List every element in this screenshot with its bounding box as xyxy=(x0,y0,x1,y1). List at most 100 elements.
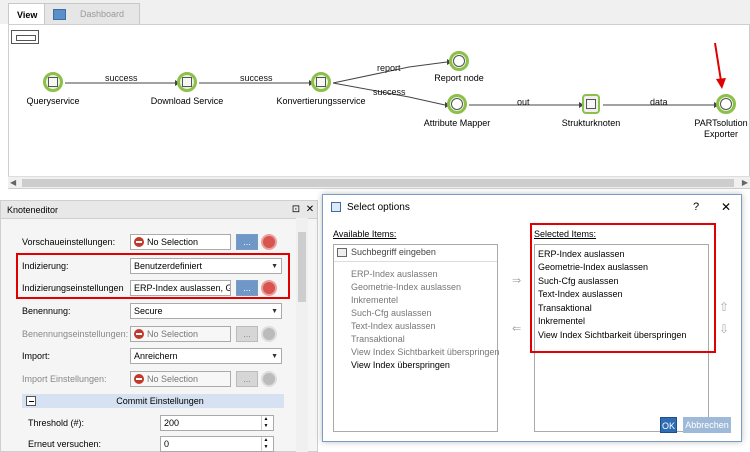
row-label: Threshold (#): xyxy=(28,418,85,428)
service-icon xyxy=(316,77,326,87)
edge-label: data xyxy=(650,97,668,107)
move-left-icon[interactable]: ⇐ xyxy=(512,322,521,335)
edge-label: out xyxy=(517,97,530,107)
move-up-icon[interactable]: ⇧ xyxy=(719,300,729,314)
section-title: Commit Einstellungen xyxy=(116,396,204,406)
scroll-thumb[interactable] xyxy=(298,232,306,302)
available-item[interactable]: ERP-Index auslassen xyxy=(351,269,438,279)
vorschau-selection-field[interactable]: No Selection xyxy=(130,234,231,250)
edge-label: report xyxy=(377,63,401,73)
available-item[interactable]: Text-Index auslassen xyxy=(351,321,436,331)
scroll-right-icon[interactable]: ▶ xyxy=(742,178,748,187)
row-label: Benennung: xyxy=(22,306,71,316)
vorschau-clear-button[interactable] xyxy=(261,234,277,250)
workflow-canvas[interactable]: success success report success out data … xyxy=(8,24,750,189)
available-item[interactable]: Inkrementel xyxy=(351,295,398,305)
field-value: Secure xyxy=(134,306,163,316)
edge-label: success xyxy=(105,73,138,83)
row-label: Import: xyxy=(22,351,51,361)
highlight-box-selected xyxy=(530,223,716,353)
field-value: 0 xyxy=(164,439,170,449)
red-annotation-arrow xyxy=(714,42,722,82)
available-item[interactable]: View Index überspringen xyxy=(351,360,450,370)
workflow-edges xyxy=(65,42,726,108)
node-queryservice[interactable] xyxy=(43,72,63,92)
row-vorschaueinstellungen: Vorschaueinstellungen: No Selection ... xyxy=(22,234,277,250)
search-box[interactable]: Suchbegriff eingeben xyxy=(337,247,436,257)
benennung-clear-button xyxy=(261,326,277,342)
import-edit-button: ... xyxy=(236,371,258,387)
tab-view[interactable]: View xyxy=(8,3,47,25)
row-threshold: Threshold (#): 200 ▲ ▼ xyxy=(28,415,274,431)
tab-bar: View Dashboard xyxy=(0,0,750,25)
cancel-button[interactable]: Abbrechen xyxy=(683,417,731,433)
service-icon xyxy=(48,77,58,87)
divider xyxy=(334,261,497,262)
scroll-thumb[interactable] xyxy=(22,179,734,187)
pin-icon[interactable]: ⊡ xyxy=(289,204,303,215)
canvas-horizontal-scrollbar[interactable]: ◀ ▶ xyxy=(8,176,750,188)
grid-icon xyxy=(337,247,347,257)
no-selection-icon xyxy=(134,329,144,339)
node-label: Queryservice xyxy=(26,96,80,106)
tab-dashboard[interactable]: Dashboard xyxy=(44,3,140,24)
available-items-list[interactable]: Suchbegriff eingeben ERP-Index auslassen… xyxy=(333,244,499,432)
fork-icon xyxy=(453,55,465,67)
chevron-down-icon: ▼ xyxy=(271,307,278,315)
scroll-left-icon[interactable]: ◀ xyxy=(10,178,16,187)
available-items-label: Available Items: xyxy=(333,229,397,239)
service-icon xyxy=(182,77,192,87)
move-down-icon[interactable]: ⇩ xyxy=(719,322,729,336)
row-benennungseinstellungen: Benennungseinstellungen: No Selection ..… xyxy=(22,326,277,342)
close-button[interactable]: ✕ xyxy=(711,200,741,214)
node-editor-title: Knoteneditor xyxy=(7,204,59,215)
available-item[interactable]: Transaktional xyxy=(351,334,405,344)
document-icon xyxy=(586,99,596,109)
field-value: 200 xyxy=(164,418,180,428)
vorschau-edit-button[interactable]: ... xyxy=(236,234,258,250)
node-download-service[interactable] xyxy=(177,72,197,92)
retry-input[interactable]: 0 ▲ ▼ xyxy=(160,436,274,452)
node-label: Report node xyxy=(434,73,484,83)
fork-icon xyxy=(720,98,732,110)
node-editor-header: Knoteneditor ⊡ ✕ xyxy=(1,201,317,219)
node-label: Attribute Mapper xyxy=(423,118,491,128)
field-value: No Selection xyxy=(147,374,199,384)
node-konvertierungsservice[interactable] xyxy=(311,72,331,92)
node-label: Konvertierungsservice xyxy=(276,96,366,106)
node-attribute-mapper[interactable] xyxy=(447,94,467,114)
search-placeholder: Suchbegriff eingeben xyxy=(351,247,436,257)
help-button[interactable]: ? xyxy=(681,201,711,213)
row-erneut-versuchen: Erneut versuchen: 0 ▲ ▼ xyxy=(28,436,274,452)
node-partsolution-exporter[interactable] xyxy=(716,94,736,114)
editor-vertical-scrollbar[interactable] xyxy=(296,218,308,452)
ok-button[interactable]: OK xyxy=(660,417,677,433)
dialog-titlebar: Select options ? ✕ xyxy=(323,195,741,219)
available-item[interactable]: Geometrie-Index auslassen xyxy=(351,282,461,292)
available-item[interactable]: View Index Sichtbarkeit überspringen xyxy=(351,347,499,357)
row-label: Benennungseinstellungen: xyxy=(22,329,129,339)
tab-view-label: View xyxy=(17,9,38,20)
tab-dashboard-label: Dashboard xyxy=(80,9,125,19)
row-import: Import: Anreichern ▼ xyxy=(22,348,282,364)
node-report-node[interactable] xyxy=(449,51,469,71)
dashboard-icon xyxy=(53,8,66,20)
threshold-input[interactable]: 200 ▲ ▼ xyxy=(160,415,274,431)
no-selection-icon xyxy=(134,237,144,247)
row-label: Vorschaueinstellungen: xyxy=(22,237,116,247)
field-value: No Selection xyxy=(147,329,199,339)
row-label: Import Einstellungen: xyxy=(22,374,107,384)
move-right-icon[interactable]: ⇒ xyxy=(512,274,521,287)
spinner-icon[interactable]: ▲ ▼ xyxy=(261,416,270,430)
collapse-icon[interactable] xyxy=(26,396,36,406)
import-dropdown[interactable]: Anreichern ▼ xyxy=(130,348,282,364)
field-value: No Selection xyxy=(147,237,199,247)
spinner-icon[interactable]: ▲ ▼ xyxy=(261,437,270,451)
field-value: Anreichern xyxy=(134,351,178,361)
available-item[interactable]: Such-Cfg auslassen xyxy=(351,308,432,318)
benennung-dropdown[interactable]: Secure ▼ xyxy=(130,303,282,319)
fork-icon xyxy=(451,98,463,110)
node-strukturknoten[interactable] xyxy=(582,94,600,114)
close-icon[interactable]: ✕ xyxy=(303,204,317,215)
commit-settings-section[interactable]: Commit Einstellungen xyxy=(22,394,284,408)
